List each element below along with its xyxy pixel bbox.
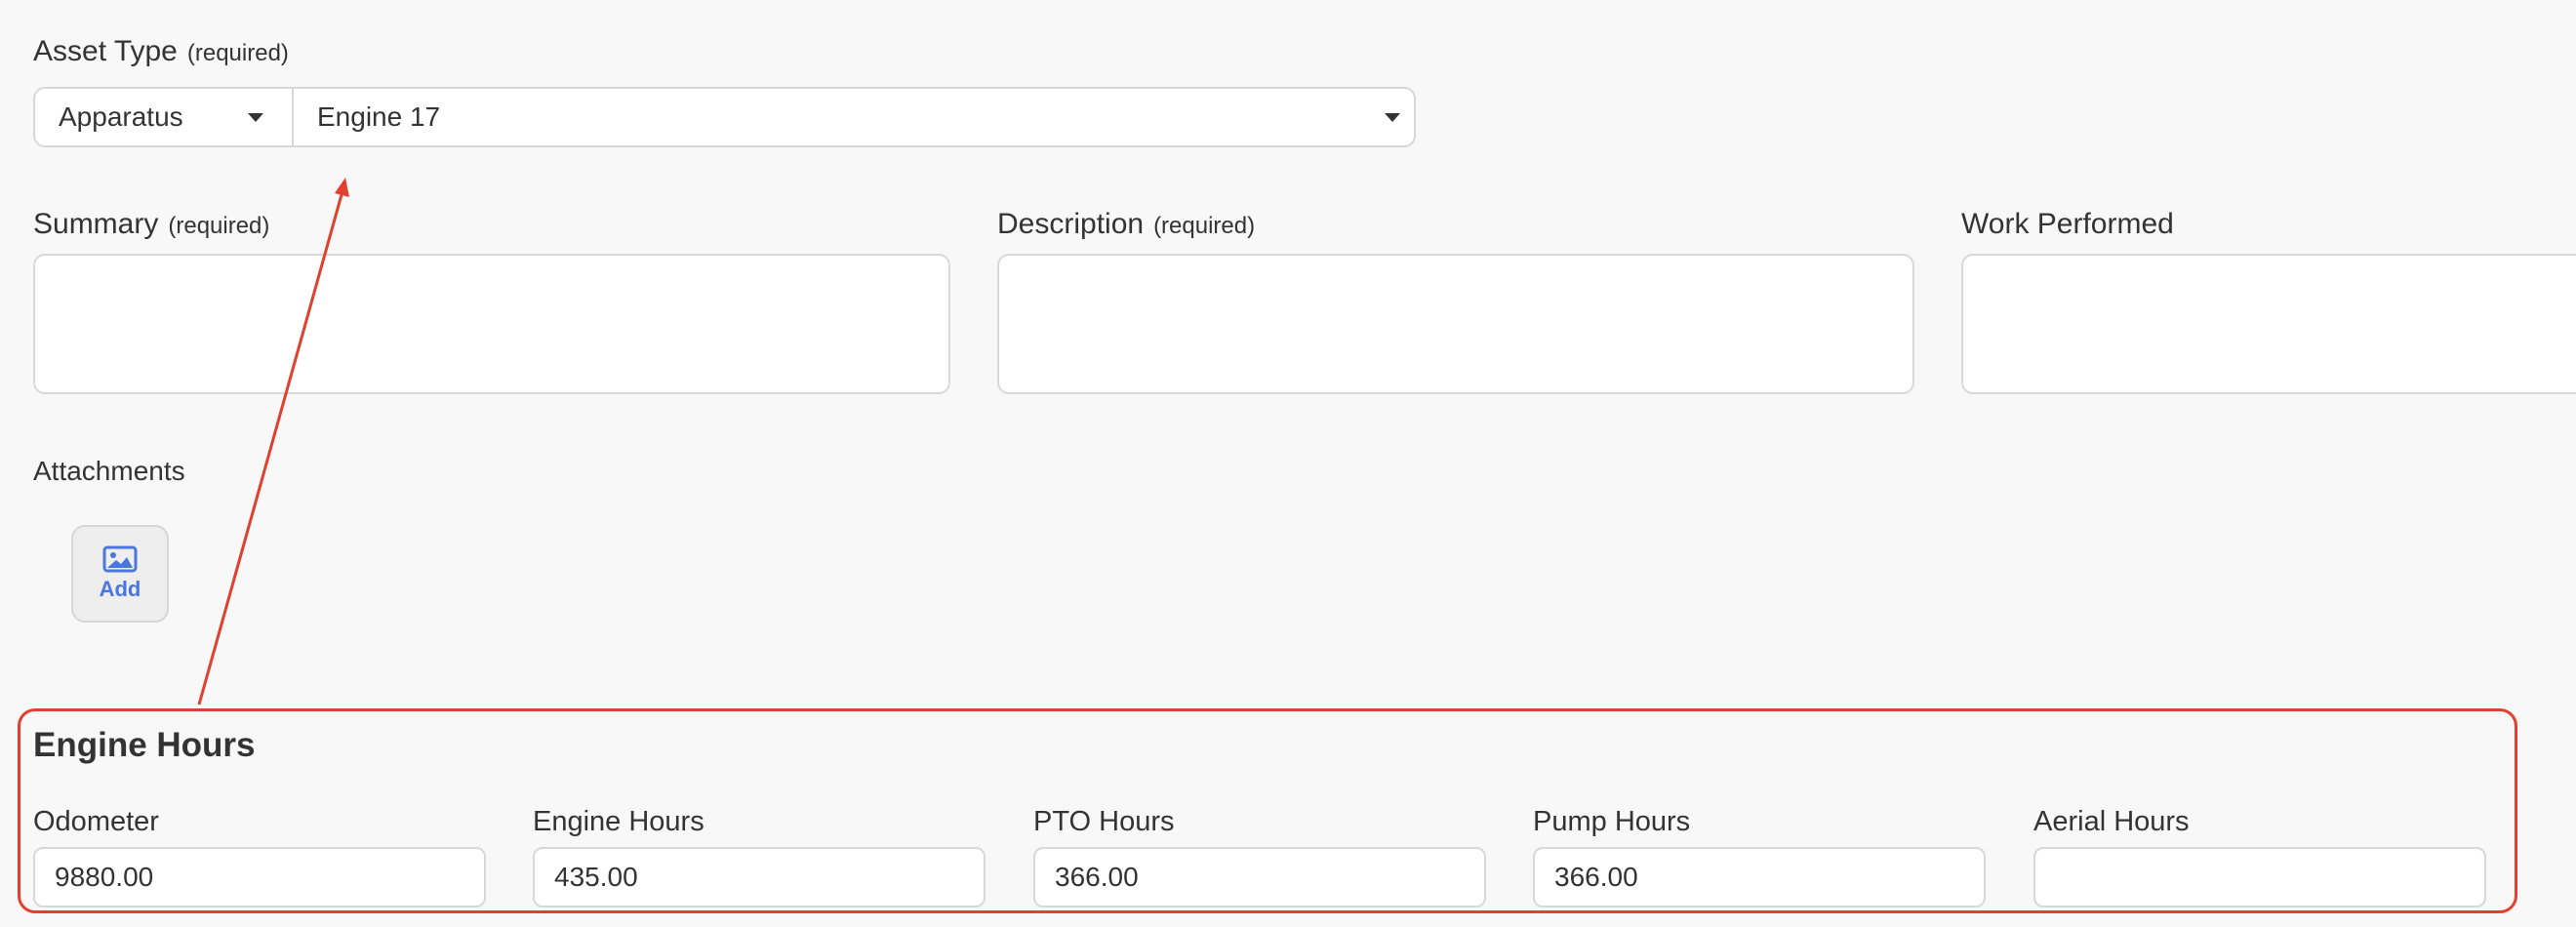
description-label-text: Description xyxy=(997,208,1145,240)
chevron-down-icon xyxy=(248,113,263,122)
summary-required-note: (required) xyxy=(168,213,270,239)
description-required-note: (required) xyxy=(1153,213,1256,239)
attachments-label: Attachments xyxy=(33,456,185,486)
asset-type-label: Asset Type (required) xyxy=(33,35,289,68)
engine-hours-label: Engine Hours xyxy=(533,806,704,837)
asset-category-value: Apparatus xyxy=(59,101,183,132)
pump-hours-value: 366.00 xyxy=(1554,862,1638,892)
description-label: Description (required) xyxy=(997,208,1255,241)
summary-textarea[interactable] xyxy=(33,254,950,394)
pto-hours-value: 366.00 xyxy=(1055,862,1139,892)
add-attachment-button[interactable]: Add xyxy=(71,525,169,623)
work-performed-textarea[interactable] xyxy=(1961,254,2576,394)
work-performed-label: Work Performed xyxy=(1961,208,2174,240)
asset-value: Engine 17 xyxy=(317,101,441,132)
aerial-hours-input[interactable] xyxy=(2033,847,2486,907)
pump-hours-input[interactable]: 366.00 xyxy=(1533,847,1986,907)
add-attachment-label: Add xyxy=(99,577,141,601)
pto-hours-input[interactable]: 366.00 xyxy=(1033,847,1486,907)
asset-dropdown[interactable]: Engine 17 xyxy=(294,89,1414,145)
asset-type-label-text: Asset Type xyxy=(33,35,178,67)
pump-hours-label: Pump Hours xyxy=(1533,806,1691,837)
asset-type-required-note: (required) xyxy=(186,40,289,66)
odometer-label: Odometer xyxy=(33,806,159,837)
image-icon xyxy=(102,545,138,573)
aerial-hours-label: Aerial Hours xyxy=(2033,806,2190,837)
pto-hours-label: PTO Hours xyxy=(1033,806,1175,837)
summary-label-text: Summary xyxy=(33,208,159,240)
engine-hours-section-title: Engine Hours xyxy=(33,726,256,764)
engine-hours-input[interactable]: 435.00 xyxy=(533,847,986,907)
odometer-input[interactable]: 9880.00 xyxy=(33,847,486,907)
engine-hours-value: 435.00 xyxy=(554,862,638,892)
odometer-value: 9880.00 xyxy=(55,862,154,892)
description-textarea[interactable] xyxy=(997,254,1914,394)
asset-category-dropdown[interactable]: Apparatus xyxy=(35,89,294,145)
asset-type-selector: Apparatus Engine 17 xyxy=(33,87,1416,147)
chevron-down-icon xyxy=(1385,113,1400,122)
summary-label: Summary (required) xyxy=(33,208,269,241)
